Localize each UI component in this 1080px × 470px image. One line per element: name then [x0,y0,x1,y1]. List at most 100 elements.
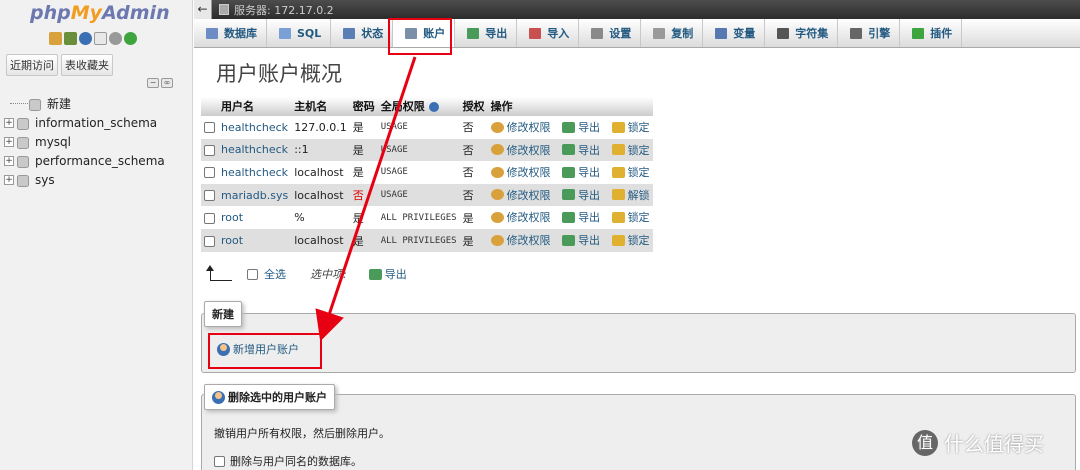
recent-button[interactable]: 近期访问 [6,54,58,76]
logo-admin: Admin [102,2,170,24]
home-icon[interactable] [49,32,62,45]
tree-item-performance-schema[interactable]: + performance_schema [4,151,165,170]
header-hostname[interactable]: 主机名 [291,97,350,116]
expand-icon[interactable]: + [4,174,14,185]
action-label: 锁定 [627,211,650,225]
username-cell[interactable]: healthcheck [218,160,292,184]
row-checkbox[interactable] [204,212,215,224]
back-arrow-icon[interactable]: ← [194,0,212,19]
help-icon[interactable] [79,32,92,45]
phpmyadmin-logo[interactable]: phpMyAdmin [30,2,170,24]
tab-databases[interactable]: 数据库 [194,19,267,47]
edit-privileges-link[interactable]: 修改权限 [490,187,551,203]
server-label[interactable]: 服务器: 172.17.0.2 [234,2,334,18]
action-label: 锁定 [627,234,650,248]
new-user-fieldset [201,313,1076,373]
drop-db-option[interactable]: 删除与用户同名的数据库。 [214,453,362,469]
check-all-checkbox[interactable] [247,268,258,280]
tab-import[interactable]: 导入 [517,19,580,47]
header-username[interactable]: 用户名 [218,97,292,116]
lock-link[interactable]: 锁定 [611,232,650,248]
annotation-box-accounts-tab [388,18,452,55]
tree-item-information-schema[interactable]: + information_schema [4,113,165,132]
export-link[interactable]: 导出 [562,164,600,180]
tab-label: 字符集 [795,27,829,40]
username-cell[interactable]: root [218,228,292,252]
expand-icon[interactable]: + [4,117,14,128]
database-icon [16,136,29,149]
tab-settings[interactable]: 设置 [579,19,642,47]
export-link[interactable]: 导出 [562,232,600,248]
collapse-all-icon[interactable]: − [147,78,159,88]
link-icon[interactable]: ∞ [161,78,173,88]
action-label: 锁定 [627,143,650,157]
logout-icon[interactable] [64,32,77,45]
table-row: healthcheck 127.0.0.1 是 USAGE 否 修改权限 导出 … [201,115,653,139]
tree-item-new[interactable]: 新建 [4,94,165,113]
row-checkbox[interactable] [204,144,215,156]
edit-privileges-link[interactable]: 修改权限 [490,209,551,225]
tab-replication[interactable]: 复制 [641,19,704,47]
export-link[interactable]: 导出 [562,142,600,158]
server-icon [219,4,229,15]
help-icon[interactable] [428,102,439,113]
tab-variables[interactable]: 变量 [703,19,766,47]
header-global-privileges[interactable]: 全局权限 [377,97,460,116]
header-checkbox [201,97,218,116]
tree-item-sys[interactable]: + sys [4,170,165,189]
tab-label: 插件 [930,27,953,40]
action-label: 导出 [578,188,601,202]
lock-icon [611,144,625,156]
header-grant[interactable]: 授权 [459,97,488,116]
tab-status[interactable]: 状态 [331,19,394,47]
edit-privileges-link[interactable]: 修改权限 [490,119,551,135]
drop-db-checkbox[interactable] [214,455,225,467]
tab-plugins[interactable]: 插件 [900,19,963,47]
export-link[interactable]: 导出 [562,187,600,203]
row-checkbox[interactable] [204,122,215,134]
lock-link[interactable]: 锁定 [611,142,650,158]
lock-link[interactable]: 锁定 [611,119,650,135]
password-cell: 是 [349,205,378,229]
expand-icon[interactable]: + [4,136,14,147]
reload-icon[interactable] [124,32,137,45]
row-checkbox[interactable] [204,190,215,202]
header-password[interactable]: 密码 [349,97,378,116]
edit-privileges-link[interactable]: 修改权限 [490,142,551,158]
tree-item-mysql[interactable]: + mysql [4,132,165,151]
lock-link[interactable]: 锁定 [611,164,650,180]
edit-privileges-link[interactable]: 修改权限 [490,232,551,248]
export-link[interactable]: 导出 [562,209,600,225]
export-icon [562,234,576,246]
grant-cell: 否 [459,138,488,162]
username-cell[interactable]: healthcheck [218,115,292,139]
lock-link[interactable]: 锁定 [611,209,650,225]
row-checkbox[interactable] [204,235,215,247]
check-all-label[interactable]: 全选 [264,266,286,282]
expand-icon[interactable]: + [4,155,14,166]
username-cell[interactable]: healthcheck [218,138,292,162]
unlock-link[interactable]: 解锁 [611,187,650,203]
actions-cell: 修改权限 导出 锁定 [487,160,653,184]
tab-export[interactable]: 导出 [455,19,518,47]
tab-label: 变量 [733,27,756,40]
actions-cell: 修改权限 导出 解锁 [487,183,653,207]
favorites-button[interactable]: 表收藏夹 [61,54,113,76]
table-row: root % 是 ALL PRIVILEGES 是 修改权限 导出 锁定 [201,205,653,229]
unlock-icon [611,189,625,201]
tab-engines[interactable]: 引擎 [838,19,901,47]
docs-icon[interactable] [94,32,107,45]
lock-icon [611,211,625,223]
export-selected-link[interactable]: 导出 [368,266,407,282]
new-db-icon [28,98,41,111]
row-checkbox[interactable] [204,167,215,179]
username-cell[interactable]: mariadb.sys [218,183,292,207]
password-cell: 是 [349,228,378,252]
tab-charsets[interactable]: 字符集 [765,19,839,47]
page-title: 用户账户概况 [216,62,342,86]
export-link[interactable]: 导出 [562,119,600,135]
username-cell[interactable]: root [218,205,292,229]
gear-icon[interactable] [109,32,122,45]
tab-sql[interactable]: SQL [267,19,332,47]
edit-privileges-link[interactable]: 修改权限 [490,164,551,180]
